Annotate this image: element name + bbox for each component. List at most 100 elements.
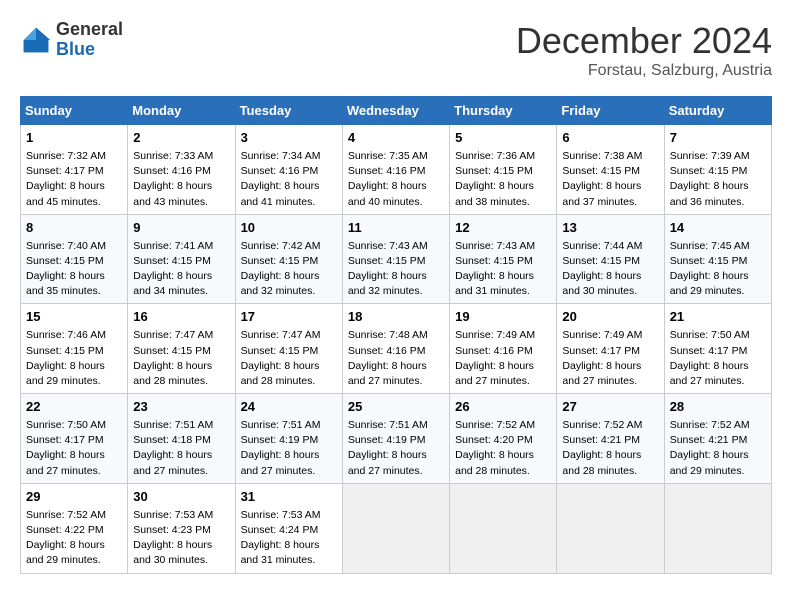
sunrise-label: Sunrise: 7:43 AM: [455, 240, 535, 252]
calendar-cell: 12 Sunrise: 7:43 AM Sunset: 4:15 PM Dayl…: [450, 214, 557, 304]
day-number: 20: [562, 308, 658, 327]
calendar-cell: 9 Sunrise: 7:41 AM Sunset: 4:15 PM Dayli…: [128, 214, 235, 304]
calendar-cell: 18 Sunrise: 7:48 AM Sunset: 4:16 PM Dayl…: [342, 304, 449, 394]
daylight-label: Daylight: 8 hours and 30 minutes.: [562, 270, 641, 297]
day-number: 1: [26, 129, 122, 148]
sunrise-label: Sunrise: 7:49 AM: [562, 329, 642, 341]
sunset-label: Sunset: 4:20 PM: [455, 434, 533, 446]
daylight-label: Daylight: 8 hours and 27 minutes.: [670, 360, 749, 387]
day-number: 22: [26, 398, 122, 417]
daylight-label: Daylight: 8 hours and 27 minutes.: [241, 449, 320, 476]
sunset-label: Sunset: 4:19 PM: [241, 434, 319, 446]
sunrise-label: Sunrise: 7:49 AM: [455, 329, 535, 341]
calendar-cell: 10 Sunrise: 7:42 AM Sunset: 4:15 PM Dayl…: [235, 214, 342, 304]
calendar-cell: 22 Sunrise: 7:50 AM Sunset: 4:17 PM Dayl…: [21, 394, 128, 484]
calendar-cell: 1 Sunrise: 7:32 AM Sunset: 4:17 PM Dayli…: [21, 125, 128, 215]
day-number: 27: [562, 398, 658, 417]
sunset-label: Sunset: 4:15 PM: [348, 255, 426, 267]
logo-blue-text: Blue: [56, 39, 95, 59]
daylight-label: Daylight: 8 hours and 36 minutes.: [670, 180, 749, 207]
sunrise-label: Sunrise: 7:42 AM: [241, 240, 321, 252]
calendar-cell: [342, 483, 449, 573]
day-number: 26: [455, 398, 551, 417]
sunset-label: Sunset: 4:15 PM: [455, 255, 533, 267]
calendar-cell: 16 Sunrise: 7:47 AM Sunset: 4:15 PM Dayl…: [128, 304, 235, 394]
calendar-cell: 5 Sunrise: 7:36 AM Sunset: 4:15 PM Dayli…: [450, 125, 557, 215]
weekday-header: Friday: [557, 97, 664, 125]
sunrise-label: Sunrise: 7:50 AM: [670, 329, 750, 341]
day-number: 8: [26, 219, 122, 238]
logo-general-text: General: [56, 19, 123, 39]
day-number: 31: [241, 488, 337, 507]
sunset-label: Sunset: 4:15 PM: [133, 345, 211, 357]
calendar-week-row: 29 Sunrise: 7:52 AM Sunset: 4:22 PM Dayl…: [21, 483, 772, 573]
calendar-cell: 28 Sunrise: 7:52 AM Sunset: 4:21 PM Dayl…: [664, 394, 771, 484]
calendar-cell: 25 Sunrise: 7:51 AM Sunset: 4:19 PM Dayl…: [342, 394, 449, 484]
sunrise-label: Sunrise: 7:41 AM: [133, 240, 213, 252]
daylight-label: Daylight: 8 hours and 29 minutes.: [670, 270, 749, 297]
day-number: 24: [241, 398, 337, 417]
sunset-label: Sunset: 4:16 PM: [348, 345, 426, 357]
sunset-label: Sunset: 4:15 PM: [455, 165, 533, 177]
day-number: 14: [670, 219, 766, 238]
calendar-cell: 24 Sunrise: 7:51 AM Sunset: 4:19 PM Dayl…: [235, 394, 342, 484]
sunrise-label: Sunrise: 7:32 AM: [26, 150, 106, 162]
sunset-label: Sunset: 4:16 PM: [241, 165, 319, 177]
sunrise-label: Sunrise: 7:47 AM: [133, 329, 213, 341]
sunrise-label: Sunrise: 7:52 AM: [562, 419, 642, 431]
weekday-header: Saturday: [664, 97, 771, 125]
calendar-table: SundayMondayTuesdayWednesdayThursdayFrid…: [20, 96, 772, 574]
sunset-label: Sunset: 4:15 PM: [241, 255, 319, 267]
calendar-week-row: 1 Sunrise: 7:32 AM Sunset: 4:17 PM Dayli…: [21, 125, 772, 215]
calendar-week-row: 15 Sunrise: 7:46 AM Sunset: 4:15 PM Dayl…: [21, 304, 772, 394]
calendar-cell: 3 Sunrise: 7:34 AM Sunset: 4:16 PM Dayli…: [235, 125, 342, 215]
calendar-cell: [450, 483, 557, 573]
sunset-label: Sunset: 4:18 PM: [133, 434, 211, 446]
sunset-label: Sunset: 4:19 PM: [348, 434, 426, 446]
daylight-label: Daylight: 8 hours and 41 minutes.: [241, 180, 320, 207]
day-number: 3: [241, 129, 337, 148]
sunrise-label: Sunrise: 7:40 AM: [26, 240, 106, 252]
location-subtitle: Forstau, Salzburg, Austria: [516, 62, 772, 80]
daylight-label: Daylight: 8 hours and 27 minutes.: [562, 360, 641, 387]
sunrise-label: Sunrise: 7:46 AM: [26, 329, 106, 341]
calendar-cell: 21 Sunrise: 7:50 AM Sunset: 4:17 PM Dayl…: [664, 304, 771, 394]
sunrise-label: Sunrise: 7:36 AM: [455, 150, 535, 162]
day-number: 23: [133, 398, 229, 417]
sunset-label: Sunset: 4:15 PM: [670, 255, 748, 267]
calendar-cell: 29 Sunrise: 7:52 AM Sunset: 4:22 PM Dayl…: [21, 483, 128, 573]
sunrise-label: Sunrise: 7:51 AM: [241, 419, 321, 431]
day-number: 7: [670, 129, 766, 148]
sunset-label: Sunset: 4:15 PM: [26, 345, 104, 357]
calendar-week-row: 22 Sunrise: 7:50 AM Sunset: 4:17 PM Dayl…: [21, 394, 772, 484]
sunrise-label: Sunrise: 7:48 AM: [348, 329, 428, 341]
day-number: 21: [670, 308, 766, 327]
daylight-label: Daylight: 8 hours and 28 minutes.: [562, 449, 641, 476]
sunrise-label: Sunrise: 7:52 AM: [670, 419, 750, 431]
sunset-label: Sunset: 4:17 PM: [26, 165, 104, 177]
daylight-label: Daylight: 8 hours and 27 minutes.: [455, 360, 534, 387]
daylight-label: Daylight: 8 hours and 27 minutes.: [133, 449, 212, 476]
sunrise-label: Sunrise: 7:53 AM: [241, 509, 321, 521]
sunrise-label: Sunrise: 7:45 AM: [670, 240, 750, 252]
day-number: 13: [562, 219, 658, 238]
day-number: 25: [348, 398, 444, 417]
day-number: 10: [241, 219, 337, 238]
calendar-cell: [557, 483, 664, 573]
calendar-cell: 27 Sunrise: 7:52 AM Sunset: 4:21 PM Dayl…: [557, 394, 664, 484]
daylight-label: Daylight: 8 hours and 29 minutes.: [670, 449, 749, 476]
day-number: 18: [348, 308, 444, 327]
calendar-cell: 30 Sunrise: 7:53 AM Sunset: 4:23 PM Dayl…: [128, 483, 235, 573]
daylight-label: Daylight: 8 hours and 35 minutes.: [26, 270, 105, 297]
sunset-label: Sunset: 4:24 PM: [241, 524, 319, 536]
calendar-cell: 14 Sunrise: 7:45 AM Sunset: 4:15 PM Dayl…: [664, 214, 771, 304]
daylight-label: Daylight: 8 hours and 28 minutes.: [133, 360, 212, 387]
weekday-header: Monday: [128, 97, 235, 125]
sunset-label: Sunset: 4:15 PM: [562, 165, 640, 177]
daylight-label: Daylight: 8 hours and 40 minutes.: [348, 180, 427, 207]
sunset-label: Sunset: 4:22 PM: [26, 524, 104, 536]
sunrise-label: Sunrise: 7:35 AM: [348, 150, 428, 162]
day-number: 17: [241, 308, 337, 327]
sunset-label: Sunset: 4:21 PM: [670, 434, 748, 446]
sunset-label: Sunset: 4:23 PM: [133, 524, 211, 536]
